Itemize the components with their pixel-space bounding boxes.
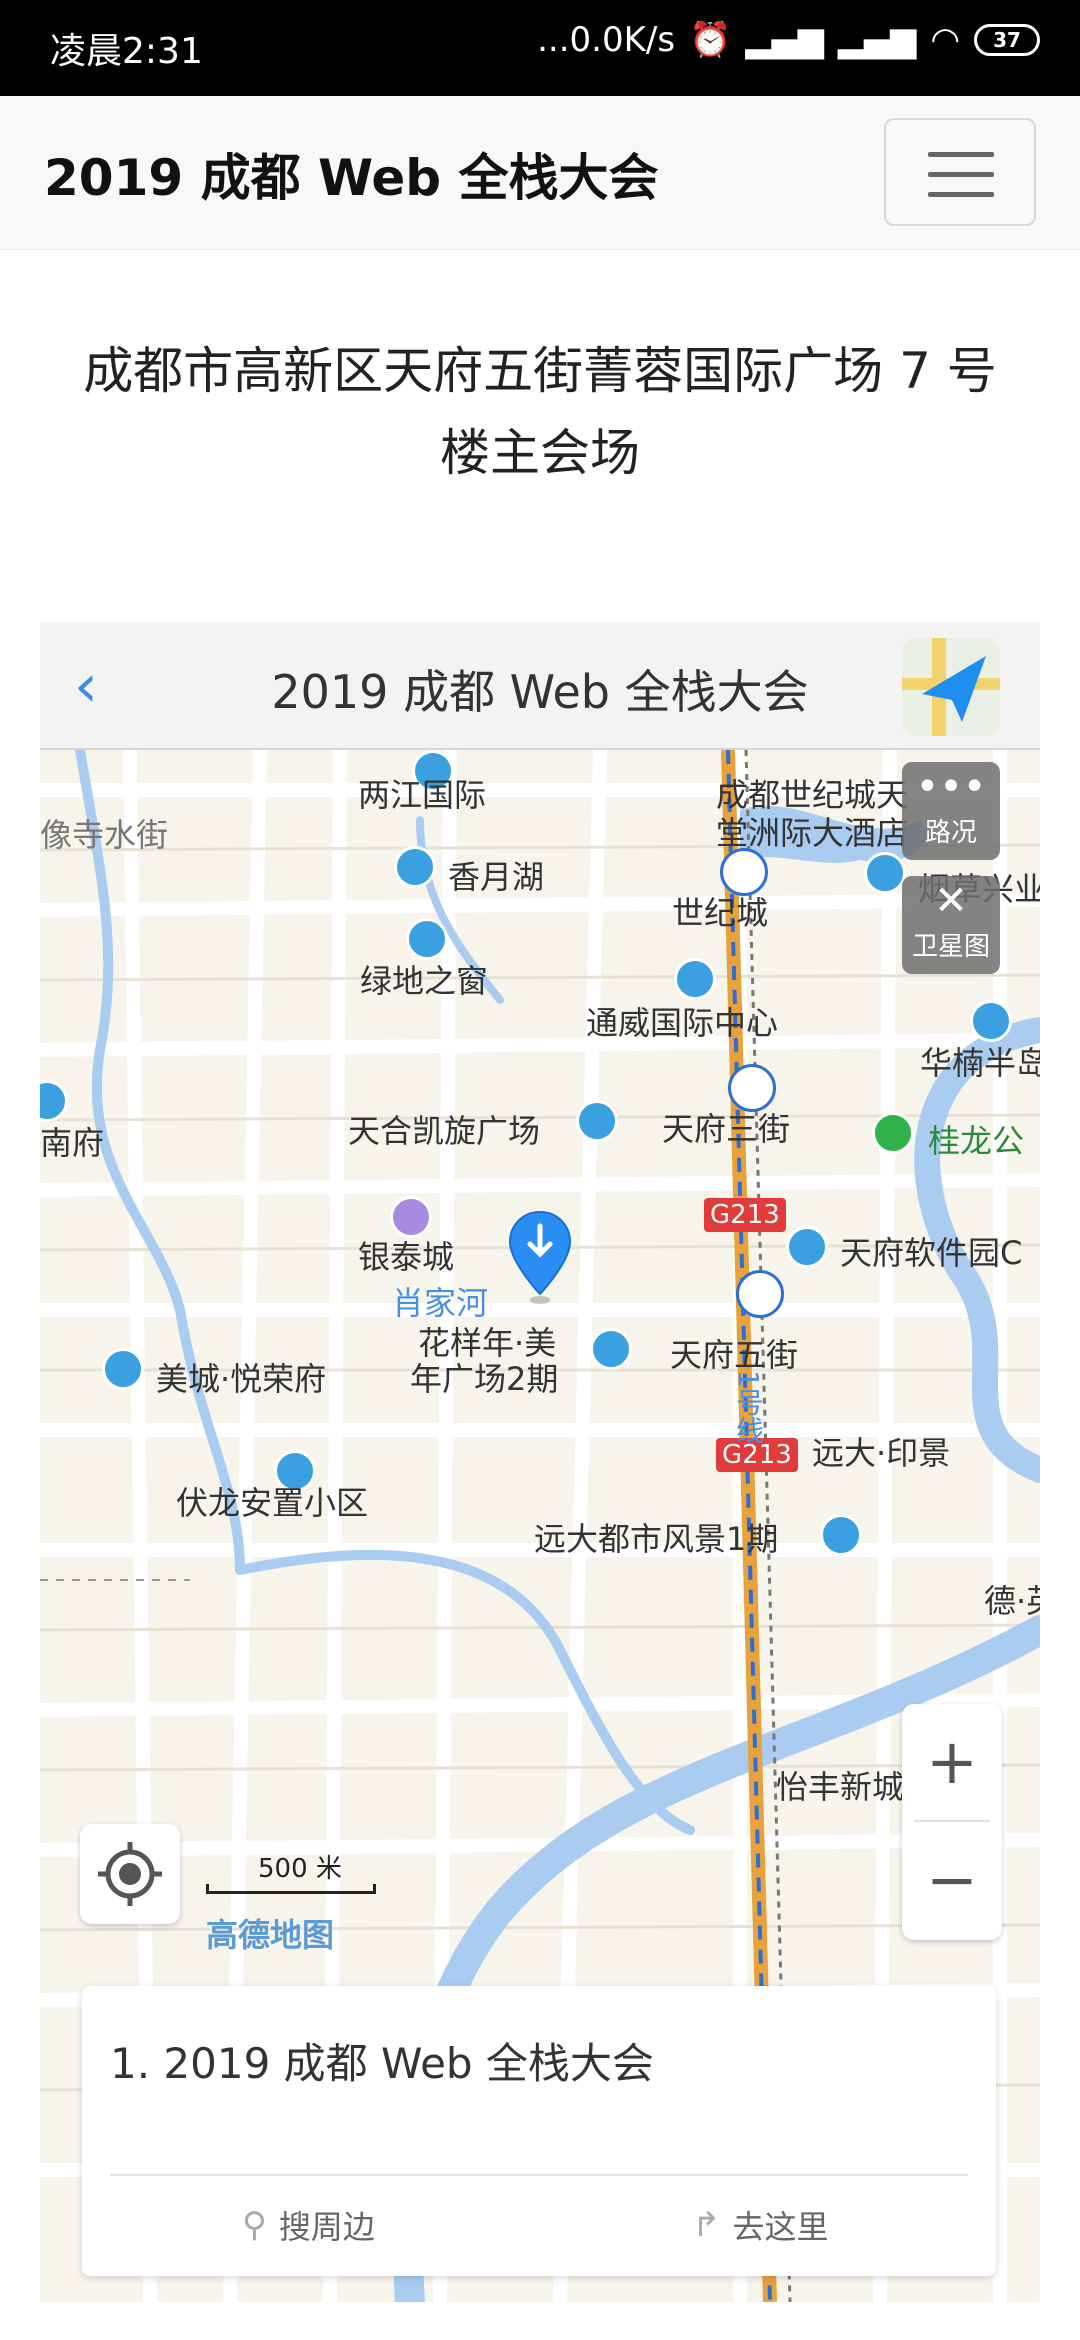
location-pin-icon: ⚲ — [242, 2205, 267, 2245]
map-label: 远大·印景 — [812, 1434, 951, 1472]
traffic-label: 路况 — [924, 818, 977, 848]
map-label: 像寺水街 — [40, 816, 169, 854]
map-label: 银泰城 — [358, 1238, 455, 1276]
address-line-2: 楼主会场 — [440, 424, 640, 482]
road-badge: G213 — [704, 1198, 786, 1232]
map-canvas[interactable]: G213 G213 两江国际 像寺水街 香月湖 成都世纪城天 堂洲际大酒店 世纪… — [40, 750, 1040, 2302]
venue-address: 成都市高新区天府五街菁蓉国际广场 7 号 楼主会场 — [40, 330, 1040, 494]
map-label: 天府软件园C — [840, 1234, 1023, 1272]
poi-icon — [864, 852, 906, 894]
hamburger-icon — [928, 152, 994, 157]
map-label: 美城·悦荣府 — [156, 1360, 327, 1398]
map-header: ‹ 2019 成都 Web 全栈大会 — [40, 622, 1040, 750]
map-label: 华楠半岛 — [920, 1044, 1040, 1082]
go-here-label: 去这里 — [732, 2208, 829, 2246]
map-label: 桂龙公 — [928, 1122, 1025, 1160]
map-label: 通威国际中心 — [586, 1004, 779, 1042]
map-label: 德·英 — [984, 1582, 1040, 1620]
poi-icon — [820, 1514, 862, 1556]
go-here-button[interactable]: ↱ 去这里 — [692, 2202, 829, 2248]
metro-station-icon — [736, 1270, 784, 1318]
poi-icon — [674, 958, 716, 1000]
hamburger-line — [928, 172, 994, 177]
map-attribution: 高德地图 — [206, 1916, 335, 1954]
map-label: 远大都市风景1期 — [534, 1520, 779, 1558]
signal-icon: ▂▄▆ — [745, 20, 824, 60]
satellite-icon: ✕ — [934, 878, 968, 924]
status-bar: 凌晨2:31 ...0.0K/s ⏰ ▂▄▆ ▂▄▆ ◠ 37 — [0, 0, 1080, 96]
address-line-1: 成都市高新区天府五街菁蓉国际广场 7 号 — [83, 342, 997, 400]
map-label: 绿地之窗 — [360, 962, 489, 1000]
wifi-icon: ◠ — [930, 20, 960, 60]
poi-icon — [406, 918, 448, 960]
poi-icon — [786, 1226, 828, 1268]
hamburger-line — [928, 192, 994, 197]
satellite-label: 卫星图 — [911, 932, 990, 962]
map-scale-label: 500 米 — [258, 1854, 342, 1884]
divider — [110, 2174, 968, 2176]
poi-icon — [576, 1100, 618, 1142]
place-card: 1. 2019 成都 Web 全栈大会 ⚲ 搜周边 ↱ 去这里 — [82, 1986, 996, 2276]
more-icon: ••• — [915, 764, 987, 810]
zoom-in-button[interactable]: + — [902, 1704, 1002, 1820]
battery-icon: 37 — [974, 24, 1040, 56]
alarm-icon: ⏰ — [689, 20, 732, 60]
menu-toggle-button[interactable] — [884, 118, 1036, 226]
map-label: 两江国际 — [358, 776, 487, 814]
status-icons: ...0.0K/s ⏰ ▂▄▆ ▂▄▆ ◠ 37 — [537, 20, 1040, 60]
zoom-out-button[interactable]: − — [902, 1822, 1002, 1938]
map-label: 南府 — [40, 1124, 105, 1162]
locate-icon — [98, 1842, 162, 1906]
map-label: 怡丰新城 — [776, 1768, 905, 1806]
turn-arrow-icon: ↱ — [692, 2205, 721, 2245]
destination-marker-icon[interactable] — [508, 1210, 572, 1306]
map-label: 堂洲际大酒店 — [716, 814, 909, 852]
satellite-toggle-button[interactable]: ✕ 卫星图 — [902, 876, 1000, 974]
status-time: 凌晨2:31 — [50, 31, 203, 72]
search-nearby-button[interactable]: ⚲ 搜周边 — [242, 2202, 375, 2248]
hd-signal-icon: ▂▄▆ — [837, 20, 917, 60]
map-title: 2019 成都 Web 全栈大会 — [271, 665, 809, 719]
navigation-app-icon[interactable] — [902, 638, 1000, 736]
poi-icon — [970, 1000, 1012, 1042]
map-widget: ‹ 2019 成都 Web 全栈大会 G213 G213 两江国际 像寺水街 香… — [40, 622, 1040, 2302]
network-speed: ...0.0K/s — [537, 20, 676, 60]
map-label: 伏龙安置小区 — [176, 1484, 369, 1522]
map-label: 世纪城 — [672, 894, 769, 932]
traffic-toggle-button[interactable]: ••• 路况 — [902, 762, 1000, 860]
map-label: 香月湖 — [448, 858, 545, 896]
map-label: 天合凯旋广场 — [348, 1112, 541, 1150]
brand-title[interactable]: 2019 成都 Web 全栈大会 — [44, 138, 658, 210]
map-scale-bar — [206, 1884, 376, 1894]
search-nearby-label: 搜周边 — [278, 2208, 375, 2246]
map-label: 1号线 — [732, 1370, 765, 1444]
navbar: 2019 成都 Web 全栈大会 — [0, 96, 1080, 250]
place-card-title[interactable]: 1. 2019 成都 Web 全栈大会 — [110, 2030, 654, 2091]
map-label: 年广场2期 — [410, 1360, 559, 1398]
map-label: 天府三街 — [662, 1110, 791, 1148]
zoom-control: + − — [902, 1704, 1002, 1940]
poi-icon — [394, 846, 436, 888]
park-icon — [872, 1112, 914, 1154]
locate-button[interactable] — [80, 1824, 180, 1924]
poi-icon — [590, 1328, 632, 1370]
poi-icon — [102, 1348, 144, 1390]
